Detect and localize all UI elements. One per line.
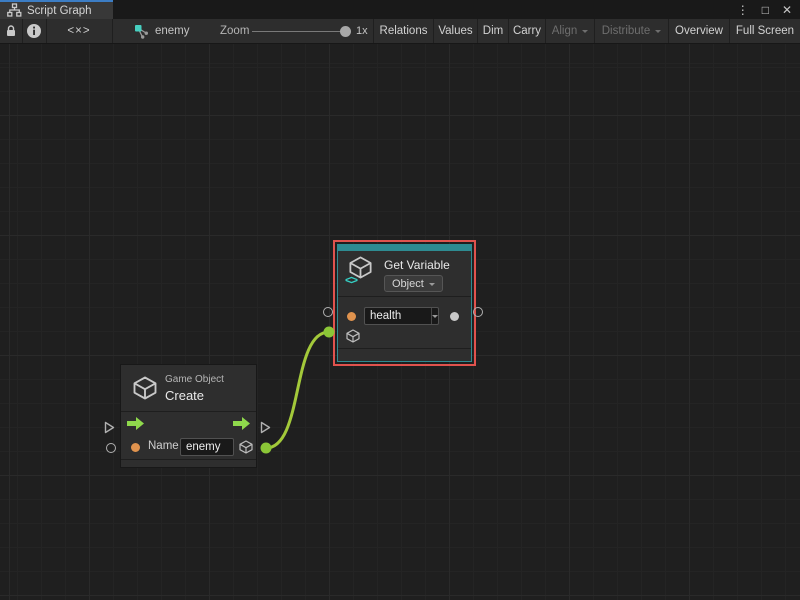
graph-icon	[134, 24, 149, 39]
zoom-slider-track[interactable]	[252, 31, 344, 32]
title-bar: Script Graph ⋮ □ ✕	[0, 0, 800, 19]
name-value-port[interactable]	[131, 443, 140, 452]
game-object-output-cube-icon[interactable]	[238, 439, 254, 455]
value-output-port[interactable]	[450, 312, 459, 321]
zoom-slider-handle[interactable]	[340, 26, 351, 37]
graph-canvas[interactable]: Game Object Create Name	[0, 44, 800, 600]
node-header: <> Get Variable Object	[338, 251, 471, 296]
name-port-label: Name	[148, 440, 179, 452]
flow-input-arrow-icon[interactable]	[127, 417, 144, 430]
node-body	[338, 297, 471, 348]
overview-button[interactable]: Overview	[668, 19, 729, 43]
node-title: Create	[165, 388, 204, 403]
flow-output-port-outline[interactable]	[260, 421, 271, 434]
value-port-row: Name	[121, 435, 256, 459]
flow-input-port-outline[interactable]	[104, 421, 115, 434]
flow-port-row	[121, 412, 256, 435]
connection-wire[interactable]	[266, 332, 329, 448]
node-header: Game Object Create	[121, 365, 256, 411]
game-object-cube-icon	[131, 374, 159, 402]
values-button[interactable]: Values	[433, 19, 477, 43]
carry-button[interactable]: Carry	[508, 19, 545, 43]
lock-button[interactable]	[0, 19, 22, 43]
relations-button[interactable]: Relations	[373, 19, 433, 43]
flow-output-arrow-icon[interactable]	[233, 417, 250, 430]
align-button[interactable]: Align	[545, 19, 594, 43]
name-input[interactable]	[181, 439, 233, 455]
graph-name: enemy	[155, 25, 190, 37]
wire-start-dot[interactable]	[261, 443, 272, 454]
node-get-variable[interactable]: <> Get Variable Object	[337, 244, 472, 362]
toolbar-buttons: Relations Values Dim Carry Align Distrib…	[373, 19, 800, 43]
distribute-button[interactable]: Distribute	[594, 19, 668, 43]
zoom-label: Zoom	[220, 19, 249, 43]
variable-name-port-outline[interactable]	[323, 307, 333, 317]
variable-name-field-wrap	[364, 307, 439, 325]
object-input-cube-icon[interactable]	[345, 328, 361, 344]
zoom-value: 1x	[356, 19, 368, 43]
lock-icon	[4, 24, 18, 38]
value-output-port-outline[interactable]	[473, 307, 483, 317]
chevron-down-icon	[582, 30, 588, 36]
close-icon[interactable]: ✕	[782, 4, 792, 16]
script-graph-icon	[7, 3, 22, 18]
node-footer	[121, 460, 256, 467]
chevron-down-icon	[432, 315, 438, 321]
window-controls: ⋮ □ ✕	[737, 0, 792, 19]
variable-code-icon: <>	[345, 273, 357, 287]
chevron-down-icon	[655, 30, 661, 36]
variable-scope-dropdown[interactable]: Object	[384, 275, 443, 292]
graph-breadcrumb[interactable]: enemy	[134, 19, 190, 43]
node-footer	[338, 349, 471, 361]
fullscreen-button[interactable]: Full Screen	[729, 19, 800, 43]
variable-name-input[interactable]	[365, 308, 431, 324]
info-button[interactable]	[22, 19, 46, 43]
tab-title: Script Graph	[27, 5, 92, 17]
node-category: Game Object	[165, 374, 224, 385]
name-input-field-wrap	[180, 438, 234, 456]
variable-name-port[interactable]	[347, 312, 356, 321]
toolbar-separator	[112, 19, 113, 43]
graph-toolbar: <×> enemy Zoom 1x Relations Values Dim C…	[0, 19, 800, 44]
menu-icon[interactable]: ⋮	[737, 4, 749, 16]
node-title: Get Variable	[384, 258, 450, 272]
node-create-game-object[interactable]: Game Object Create Name	[120, 364, 257, 468]
code-brackets-icon: <×>	[67, 25, 90, 37]
dim-button[interactable]: Dim	[477, 19, 508, 43]
name-input-port-outline[interactable]	[106, 443, 116, 453]
code-toggle-button[interactable]: <×>	[46, 19, 112, 43]
selection-outline: <> Get Variable Object	[333, 240, 476, 366]
tab-script-graph[interactable]: Script Graph	[0, 0, 113, 19]
info-icon	[26, 23, 42, 39]
variable-name-dropdown[interactable]	[431, 308, 438, 324]
chevron-down-icon	[429, 283, 435, 289]
maximize-icon[interactable]: □	[762, 4, 769, 16]
